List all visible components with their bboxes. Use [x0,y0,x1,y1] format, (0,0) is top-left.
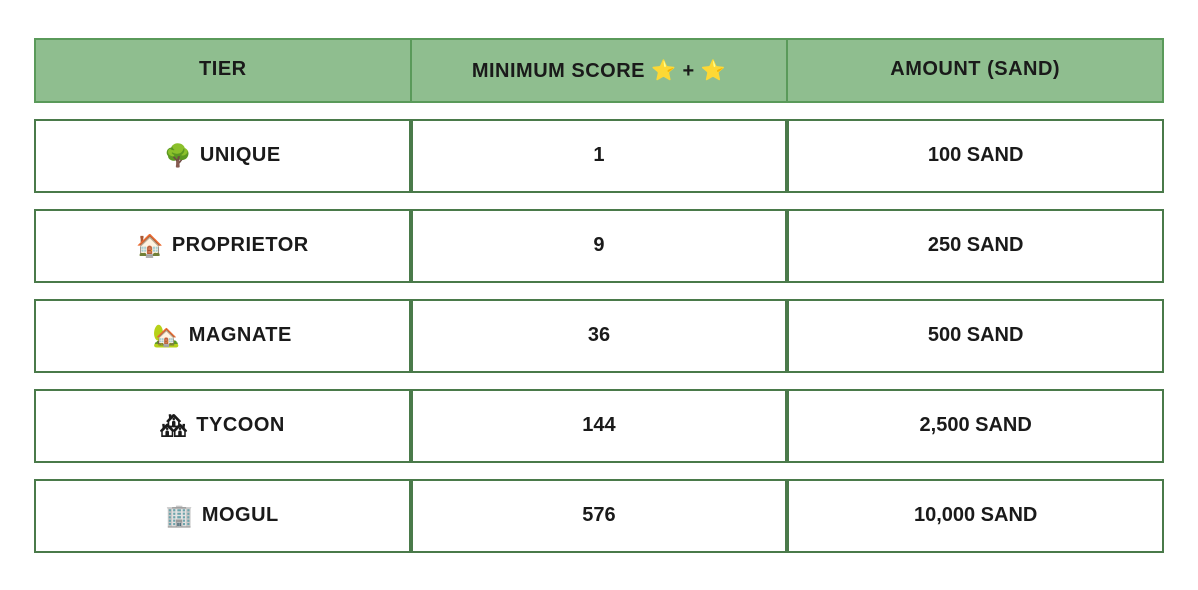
spacer-11 [411,373,788,389]
score-tycoon: 144 [411,389,788,463]
header-tier-label: TIER [199,58,247,80]
spacer-7 [34,283,411,299]
magnate-label: MAGNATE [189,324,292,347]
score-magnate: 36 [411,299,788,373]
table-container: TIER MINIMUM SCORE ⭐ + ⭐ AMOUNT (SAND) 🌳… [24,18,1174,573]
spacer-13 [34,463,411,479]
unique-label: UNIQUE [200,144,281,167]
amount-proprietor: 250 SAND [787,209,1164,283]
mogul-label: MOGUL [202,504,279,527]
spacer-14 [411,463,788,479]
header-score: MINIMUM SCORE ⭐ + ⭐ [411,38,788,103]
tier-proprietor: 🏠 PROPRIETOR [34,209,411,283]
score-unique: 1 [411,119,788,193]
header-amount-label: AMOUNT (SAND) [890,58,1060,80]
tier-mogul: 🏢 MOGUL [34,479,411,553]
amount-proprietor-value: 250 SAND [928,234,1024,257]
unique-emoji: 🌳 [164,143,192,169]
score-unique-value: 1 [593,144,604,167]
tier-tycoon: 🏘 TYCOON [34,389,411,463]
score-proprietor-value: 9 [593,234,604,257]
spacer-1 [34,103,411,119]
tier-unique: 🌳 UNIQUE [34,119,411,193]
header-score-label: MINIMUM SCORE ⭐ + ⭐ [472,60,726,82]
score-mogul: 576 [411,479,788,553]
header-tier: TIER [34,38,411,103]
proprietor-label: PROPRIETOR [172,234,309,257]
amount-mogul-value: 10,000 SAND [914,504,1037,527]
mogul-emoji: 🏢 [166,503,194,529]
spacer-4 [34,193,411,209]
amount-tycoon-value: 2,500 SAND [920,414,1032,437]
amount-tycoon: 2,500 SAND [787,389,1164,463]
spacer-6 [787,193,1164,209]
spacer-9 [787,283,1164,299]
header-score-text: MINIMUM SCORE [472,60,645,82]
spacer-15 [787,463,1164,479]
magnate-emoji: 🏡 [153,323,181,349]
amount-unique: 100 SAND [787,119,1164,193]
spacer-3 [787,103,1164,119]
spacer-12 [787,373,1164,389]
amount-unique-value: 100 SAND [928,144,1024,167]
amount-magnate-value: 500 SAND [928,324,1024,347]
spacer-8 [411,283,788,299]
amount-magnate: 500 SAND [787,299,1164,373]
spacer-10 [34,373,411,389]
score-tycoon-value: 144 [582,414,615,437]
header-score-icons: ⭐ + ⭐ [651,60,726,82]
spacer-5 [411,193,788,209]
score-magnate-value: 36 [588,324,610,347]
header-amount: AMOUNT (SAND) [787,38,1164,103]
score-proprietor: 9 [411,209,788,283]
score-mogul-value: 576 [582,504,615,527]
table-grid: TIER MINIMUM SCORE ⭐ + ⭐ AMOUNT (SAND) 🌳… [34,38,1164,553]
spacer-2 [411,103,788,119]
tycoon-emoji: 🏘 [160,413,188,439]
amount-mogul: 10,000 SAND [787,479,1164,553]
tier-magnate: 🏡 MAGNATE [34,299,411,373]
proprietor-emoji: 🏠 [136,233,164,259]
tycoon-label: TYCOON [196,414,285,437]
